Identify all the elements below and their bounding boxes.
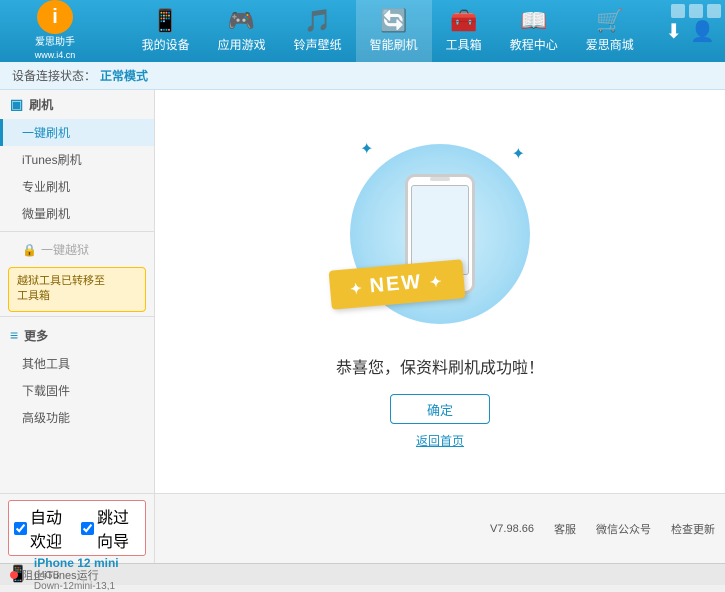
- sidebar-item-pro-flash-label: 专业刷机: [22, 180, 70, 194]
- device-model: Down-12mini-13,1: [34, 581, 119, 592]
- nav-tutorial[interactable]: 📖 教程中心: [496, 0, 572, 62]
- new-badge-text: NEW: [369, 271, 423, 298]
- sidebar-section-flash: ▣ 刷机: [0, 90, 154, 119]
- bottom-section: 自动欢迎 跳过向导 📱 iPhone 12 mini 64GB Down-12m…: [0, 493, 725, 563]
- toolbox-icon: 🧰: [450, 10, 477, 32]
- jailbreak-notice-text: 越狱工具已转移至工具箱: [17, 275, 105, 302]
- sidebar-item-itunes-flash[interactable]: iTunes刷机: [0, 146, 154, 173]
- sidebar-item-data-flash-label: 微量刷机: [22, 207, 70, 221]
- logo-char: i: [52, 6, 58, 29]
- phone-speaker: [430, 177, 450, 181]
- content-area: ✦ ✦ ✦ NEW 恭喜您，保资料刷机成功啦！ 确定 返回首页: [155, 90, 725, 493]
- sidebar-item-other-tools-label: 其他工具: [22, 357, 70, 371]
- my-device-icon: 📱: [152, 10, 179, 32]
- sidebar-item-itunes-flash-label: iTunes刷机: [22, 153, 82, 167]
- top-right-controls: ⬇ 👤: [665, 19, 725, 44]
- nav-my-device[interactable]: 📱 我的设备: [128, 0, 204, 62]
- nav-smart-flash[interactable]: 🔄 智能刷机: [356, 0, 432, 62]
- go-home-link[interactable]: 返回首页: [416, 432, 464, 449]
- sidebar: ▣ 刷机 一键刷机 iTunes刷机 专业刷机 微量刷机 🔒 一键越狱 越狱工具…: [0, 90, 155, 493]
- status-bar: 设备连接状态： 正常模式: [0, 62, 725, 90]
- sparkle-top-left-icon: ✦: [360, 139, 373, 159]
- sidebar-jailbreak-label: 一键越狱: [41, 241, 89, 258]
- ringtones-icon: 🎵: [304, 10, 331, 32]
- shop-icon: 🛒: [596, 10, 623, 32]
- sidebar-section-jailbreak: 🔒 一键越狱: [0, 236, 154, 263]
- sidebar-item-other-tools[interactable]: 其他工具: [0, 350, 154, 377]
- sidebar-item-download-firmware-label: 下载固件: [22, 384, 70, 398]
- nav-toolbox[interactable]: 🧰 工具箱: [432, 0, 496, 62]
- sidebar-item-advanced[interactable]: 高级功能: [0, 404, 154, 431]
- itunes-status-label: 阻止iTunes运行: [22, 567, 99, 583]
- sidebar-item-one-click-flash[interactable]: 一键刷机: [0, 119, 154, 146]
- skip-wizard-label: 跳过向导: [97, 504, 140, 552]
- window-controls: [671, 4, 721, 18]
- close-button[interactable]: [707, 4, 721, 18]
- itunes-status-dot: [10, 571, 18, 579]
- bottom-left-panel: 自动欢迎 跳过向导 📱 iPhone 12 mini 64GB Down-12m…: [0, 494, 155, 563]
- sidebar-item-pro-flash[interactable]: 专业刷机: [0, 173, 154, 200]
- user-button[interactable]: 👤: [690, 19, 715, 44]
- status-label: 设备连接状态：: [12, 67, 96, 84]
- version-label: V7.98.66: [490, 523, 534, 535]
- sidebar-section-flash-label: 刷机: [29, 96, 53, 113]
- sidebar-item-advanced-label: 高级功能: [22, 411, 70, 425]
- confirm-button[interactable]: 确定: [390, 394, 490, 424]
- flash-section-icon: ▣: [10, 96, 23, 113]
- status-value: 正常模式: [100, 67, 148, 84]
- apps-games-icon: 🎮: [228, 10, 255, 32]
- sidebar-divider-1: [0, 231, 154, 232]
- skip-wizard-input[interactable]: [81, 522, 94, 535]
- nav-ringtones[interactable]: 🎵 铃声壁纸: [280, 0, 356, 62]
- nav-shop[interactable]: 🛒 爱思商城: [572, 0, 648, 62]
- nav-tutorial-label: 教程中心: [510, 36, 558, 53]
- download-button[interactable]: ⬇: [665, 19, 682, 44]
- more-section-icon: ≡: [10, 327, 18, 343]
- smart-flash-icon: 🔄: [380, 10, 407, 32]
- nav-apps-games[interactable]: 🎮 应用游戏: [204, 0, 280, 62]
- nav-apps-games-label: 应用游戏: [218, 36, 266, 53]
- sidebar-item-download-firmware[interactable]: 下载固件: [0, 377, 154, 404]
- main-navigation: 📱 我的设备 🎮 应用游戏 🎵 铃声壁纸 🔄 智能刷机 🧰 工具箱 📖 教程中心…: [110, 0, 665, 62]
- nav-my-device-label: 我的设备: [142, 36, 190, 53]
- logo-text: 爱思助手www.i4.cn: [35, 36, 76, 62]
- auto-welcome-input[interactable]: [14, 522, 27, 535]
- bottom-right-panel: V7.98.66 客服 微信公众号 检查更新: [155, 494, 725, 563]
- auto-welcome-label: 自动欢迎: [30, 504, 73, 552]
- sidebar-divider-2: [0, 316, 154, 317]
- nav-ringtones-label: 铃声壁纸: [294, 36, 342, 53]
- confirm-button-label: 确定: [427, 403, 453, 418]
- itunes-status: 阻止iTunes运行: [10, 567, 99, 583]
- sidebar-item-one-click-flash-label: 一键刷机: [22, 126, 70, 140]
- success-message: 恭喜您，保资料刷机成功啦！: [336, 354, 544, 378]
- nav-smart-flash-label: 智能刷机: [370, 36, 418, 53]
- checkboxes-row: 自动欢迎 跳过向导: [8, 500, 146, 556]
- sidebar-section-more: ≡ 更多: [0, 321, 154, 350]
- top-navigation-bar: i 爱思助手www.i4.cn 📱 我的设备 🎮 应用游戏 🎵 铃声壁纸 🔄 智…: [0, 0, 725, 62]
- sidebar-item-data-flash[interactable]: 微量刷机: [0, 200, 154, 227]
- sparkle-top-right-icon: ✦: [512, 144, 525, 164]
- nav-toolbox-label: 工具箱: [446, 36, 482, 53]
- nav-shop-label: 爱思商城: [586, 36, 634, 53]
- maximize-button[interactable]: [689, 4, 703, 18]
- auto-welcome-checkbox[interactable]: 自动欢迎: [14, 504, 73, 552]
- logo-icon: i: [37, 0, 73, 34]
- main-layout: ▣ 刷机 一键刷机 iTunes刷机 专业刷机 微量刷机 🔒 一键越狱 越狱工具…: [0, 90, 725, 493]
- lock-icon: 🔒: [22, 243, 37, 257]
- skip-wizard-checkbox[interactable]: 跳过向导: [81, 504, 140, 552]
- sidebar-section-more-label: 更多: [24, 327, 48, 344]
- minimize-button[interactable]: [671, 4, 685, 18]
- tutorial-icon: 📖: [520, 10, 547, 32]
- phone-illustration: ✦ ✦ ✦ NEW: [340, 134, 540, 334]
- logo-area: i 爱思助手www.i4.cn: [0, 0, 110, 62]
- sidebar-jailbreak-notice: 越狱工具已转移至工具箱: [8, 267, 146, 312]
